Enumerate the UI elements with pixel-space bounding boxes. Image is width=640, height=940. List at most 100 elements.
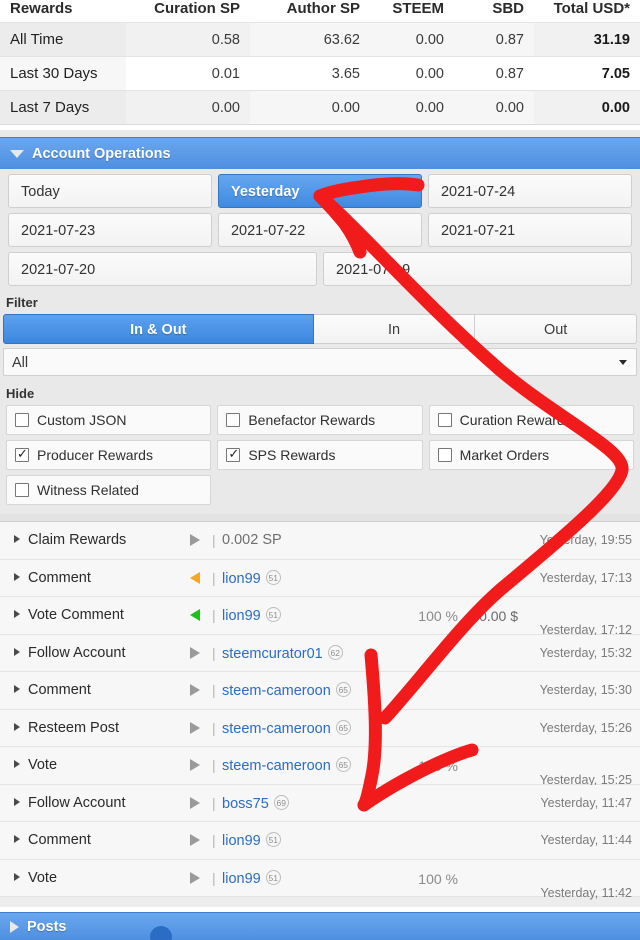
reputation-badge: 51	[265, 869, 281, 885]
filter-select-row: All	[0, 344, 640, 382]
date-button-2021-07-22[interactable]: 2021-07-22	[217, 213, 422, 247]
operation-title: Claim Rewards	[28, 532, 127, 548]
cell-sbd: 0.00	[454, 90, 534, 124]
col-header-steem: STEEM	[370, 0, 454, 23]
operation-timestamp: Yesterday, 15:26	[539, 720, 632, 735]
direction-triangle-icon	[190, 571, 200, 584]
account-operations-title: Account Operations	[32, 145, 171, 162]
reputation-badge: 51	[265, 569, 281, 585]
expand-triangle-icon[interactable]	[14, 872, 20, 881]
operation-row[interactable]: Comment | steem-cameroon 65 Yesterday, 15:30	[0, 672, 640, 710]
operation-username-link[interactable]: steem-cameroon 65	[222, 757, 351, 774]
operation-row[interactable]: Resteem Post | steem-cameroon 65 Yesterday, …	[0, 709, 640, 747]
expand-triangle-icon[interactable]	[14, 722, 20, 731]
operation-username-link[interactable]: steemcurator01 62	[222, 644, 343, 662]
expand-triangle-icon[interactable]	[14, 835, 20, 843]
checkbox-checked-icon	[15, 446, 29, 462]
hide-checkbox-grid: Custom JSON Benefactor Rewards Curation Re…	[0, 405, 640, 514]
reputation-badge: 65	[335, 757, 351, 772]
expand-triangle-icon[interactable]	[14, 572, 20, 581]
hide-checkbox-custom-json[interactable]: Custom JSON	[6, 405, 212, 435]
separator-pipe: |	[212, 644, 216, 661]
operation-row[interactable]: Comment | lion99 51 Yesterday, 17:13	[0, 559, 640, 597]
date-button-2021-07-21[interactable]: 2021-07-21	[427, 213, 632, 247]
operation-row[interactable]: Vote Comment | lion99 51 100 % 0.00 $ Yesterda…	[0, 597, 640, 637]
operation-title: Follow Account	[28, 644, 126, 661]
date-button-2021-07-24[interactable]: 2021-07-24	[427, 174, 632, 208]
expand-triangle-icon[interactable]	[14, 647, 20, 656]
row-label: Last 30 Days	[0, 56, 126, 91]
reputation-badge: 51	[265, 607, 281, 622]
operation-username-link[interactable]: steem-cameroon 65	[222, 682, 351, 699]
hide-checkbox-label: Benefactor Rewards	[248, 412, 376, 428]
checkbox-unchecked-icon	[437, 413, 452, 427]
date-button-2021-07-23[interactable]: 2021-07-23	[8, 213, 212, 247]
operation-row[interactable]: Comment | lion99 51 Yesterday, 11:44	[0, 822, 640, 860]
separator-pipe: |	[212, 682, 216, 698]
date-button-yesterday[interactable]: Yesterday	[217, 174, 422, 208]
account-operations-header[interactable]: Account Operations	[0, 137, 640, 169]
expand-triangle-icon[interactable]	[14, 685, 20, 693]
checkbox-unchecked-icon	[226, 413, 241, 427]
operation-timestamp: Yesterday, 11:44	[540, 833, 632, 847]
cell-steem: 0.00	[370, 56, 454, 91]
operation-timestamp: Yesterday, 11:42	[540, 885, 632, 900]
hide-checkbox-curation-rewards[interactable]: Curation Rewards	[428, 405, 634, 435]
section-gap	[0, 130, 640, 137]
operation-amount: 0.002 SP	[222, 532, 282, 548]
posts-section-header[interactable]: Posts	[0, 912, 640, 940]
operation-usd-value: 0.00 $	[479, 608, 518, 624]
direction-triangle-icon	[190, 684, 200, 696]
expand-triangle-icon[interactable]	[14, 610, 20, 618]
hide-checkbox-benefactor-rewards[interactable]: Benefactor Rewards	[217, 405, 423, 435]
hide-checkbox-witness-related[interactable]: Witness Related	[6, 475, 212, 505]
separator-pipe: |	[212, 794, 216, 811]
operation-row[interactable]: Vote | steem-cameroon 65 100 % Yesterday, 15:…	[0, 747, 640, 787]
operation-row[interactable]: Vote | lion99 51 100 % Yesterday, 11:42	[0, 859, 640, 900]
date-button-2021-07-20[interactable]: 2021-07-20	[8, 252, 317, 286]
col-header-author-sp: Author SP	[250, 0, 370, 23]
cell-steem: 0.00	[370, 22, 454, 57]
operation-row[interactable]: Follow Account | boss75 69 Yesterday, 11:47	[0, 784, 640, 822]
reputation-badge: 51	[265, 832, 281, 847]
filter-segment-in-out[interactable]: In & Out	[3, 314, 314, 344]
hide-checkbox-producer-rewards[interactable]: Producer Rewards	[6, 440, 212, 470]
operation-username-link[interactable]: steem-cameroon 65	[222, 719, 351, 737]
operation-username-link[interactable]: boss75 69	[222, 794, 289, 812]
operation-username-link[interactable]: lion99 51	[222, 832, 281, 849]
cell-author-sp: 3.65	[250, 56, 370, 91]
operation-row[interactable]: Claim Rewards | 0.002 SP Yesterday, 19:55	[0, 522, 640, 560]
direction-triangle-icon	[190, 871, 200, 884]
checkbox-unchecked-icon	[15, 483, 29, 497]
scroll-indicator-dot	[150, 926, 172, 940]
operation-title: Comment	[28, 682, 91, 698]
operation-username-link[interactable]: lion99 51	[222, 869, 281, 887]
expand-triangle-icon[interactable]	[14, 760, 20, 768]
filter-segment-in[interactable]: In	[313, 314, 476, 344]
username-text: lion99	[222, 870, 261, 887]
username-text: lion99	[222, 570, 261, 587]
date-button-today[interactable]: Today	[8, 174, 212, 208]
operation-username-link[interactable]: lion99 51	[222, 607, 281, 624]
operation-username-link[interactable]: lion99 51	[222, 569, 281, 587]
expand-triangle-icon[interactable]	[14, 797, 20, 806]
operation-row[interactable]: Follow Account | steemcurator01 62 Yesterday…	[0, 634, 640, 672]
username-text: steemcurator01	[222, 645, 323, 662]
username-text: boss75	[222, 795, 269, 812]
date-panel: Today Yesterday 2021-07-24 2021-07-23 2021-0…	[0, 169, 640, 291]
separator-pipe: |	[212, 569, 216, 586]
operation-timestamp: Yesterday, 19:55	[539, 533, 632, 547]
filter-segment-out[interactable]: Out	[475, 314, 637, 344]
expand-triangle-icon[interactable]	[14, 535, 20, 543]
hide-checkbox-market-orders[interactable]: Market Orders	[428, 440, 634, 470]
direction-triangle-icon	[190, 796, 200, 809]
hide-checkbox-sps-rewards[interactable]: SPS Rewards	[217, 440, 423, 470]
username-text: steem-cameroon	[222, 758, 331, 774]
cell-author-sp: 63.62	[250, 22, 370, 57]
username-text: steem-cameroon	[222, 683, 331, 699]
filter-select[interactable]: All	[3, 348, 637, 376]
hide-checkbox-label: SPS Rewards	[248, 447, 336, 463]
col-header-rewards: Rewards	[0, 0, 126, 23]
date-button-2021-07-19[interactable]: 2021-07-19	[323, 252, 632, 286]
col-header-total-usd: Total USD*	[534, 0, 640, 23]
